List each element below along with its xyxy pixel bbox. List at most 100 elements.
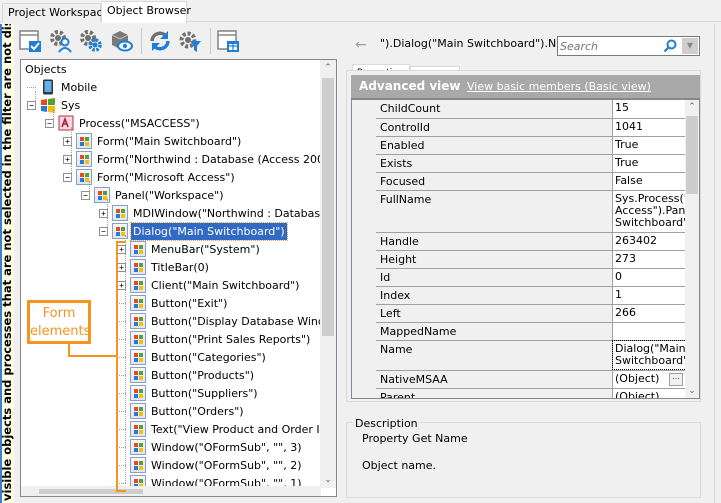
window-icon (130, 259, 146, 275)
property-row[interactable]: Index 1 (352, 286, 687, 304)
tree-node-label: Dialog("Main Switchboard") (130, 221, 288, 241)
tree-node-label: Text("View Product and Order I... (151, 422, 321, 436)
scroll-thumb[interactable] (686, 116, 698, 194)
property-row[interactable]: Left 266 (352, 304, 687, 322)
description-legend: Description (353, 417, 420, 430)
property-value[interactable]: Sys.Process("MSA Access").Panel("W Switc… (612, 190, 687, 232)
tree-horizontal-scrollbar[interactable] (21, 486, 321, 496)
scroll-thumb[interactable] (322, 78, 334, 336)
window-icon (130, 367, 146, 383)
grid-vertical-scrollbar[interactable]: ⌃ ⌄ (685, 100, 699, 398)
property-value[interactable]: (Object) (612, 388, 687, 398)
form-elements-callout: Form elements (27, 300, 91, 344)
window-panel-icon (217, 30, 239, 52)
tree-node[interactable]: Text("View Product and Order I... (117, 420, 321, 438)
property-value-text: False (615, 174, 643, 187)
user-gear-button[interactable] (47, 27, 75, 55)
property-value-text: Sys.Process("MSA Access").Panel("W Switc… (615, 192, 687, 229)
tree-node[interactable]: Button("Print Sales Reports") (117, 330, 312, 348)
window-icon (76, 151, 92, 167)
tab-project-workspace[interactable]: Project Workspace (2, 3, 109, 22)
tree-node-label: Button("Products") (151, 368, 255, 382)
search-icon[interactable] (663, 39, 677, 53)
advanced-view-label: Advanced view (359, 79, 461, 93)
scroll-down-icon[interactable]: ⌄ (685, 384, 699, 398)
tree-node[interactable]: + MenuBar("System") (117, 240, 262, 258)
tree-node[interactable]: Window("OFormSub", "", 2) (117, 456, 303, 474)
property-row[interactable]: Focused False (352, 172, 687, 190)
tree-node[interactable]: Button("Categories") (117, 348, 268, 366)
property-name: Focused (376, 172, 612, 190)
tree-node[interactable]: + Form("Main Switchboard") (63, 132, 243, 150)
object-path: ").Dialog("Main Switchboard").Name (380, 37, 581, 50)
tree-node[interactable]: + Form("Northwind : Database (Access 2000… (63, 150, 321, 168)
hscroll-thumb[interactable] (39, 489, 143, 494)
property-value[interactable] (612, 322, 687, 340)
property-value[interactable]: 1041 (612, 118, 687, 136)
property-row[interactable]: Id 0 (352, 268, 687, 286)
scroll-up-icon[interactable]: ⌃ (685, 100, 699, 114)
property-value-text: 0 (615, 270, 622, 283)
object-tree[interactable]: Mobile − Sys − Process("MSACCESS") + Form("Mai… (21, 78, 321, 486)
scroll-down-icon[interactable]: ⌄ (320, 472, 336, 488)
show-selected-window-button[interactable] (17, 27, 45, 55)
tree-node[interactable]: − Panel("Workspace") (81, 186, 226, 204)
tree-node[interactable]: − Dialog("Main Switchboard") (99, 221, 288, 241)
basic-view-link[interactable]: View basic members (Basic view) (467, 80, 651, 93)
tree-node[interactable]: + MDIWindow("Northwind : Database... (99, 204, 321, 222)
refresh-button[interactable] (146, 27, 174, 55)
window-panel-button[interactable] (215, 27, 243, 55)
tab-object-browser[interactable]: Object Browser (101, 1, 191, 23)
property-row[interactable]: Height 273 (352, 250, 687, 268)
tree-node[interactable]: Button("Display Database Wind... (117, 312, 321, 330)
property-value[interactable]: 263402 (612, 232, 687, 250)
tree-guide-line (71, 127, 72, 177)
filter-button[interactable] (176, 27, 204, 55)
property-value[interactable]: Dialog("Main Switchboard") (612, 340, 687, 370)
ellipsis-button[interactable]: ⋯ (669, 373, 683, 386)
settings-button[interactable] (77, 27, 105, 55)
tree-node[interactable]: − Process("MSACCESS") (45, 114, 202, 132)
property-name: Name (376, 340, 612, 370)
property-row[interactable]: Parent (Object) (352, 388, 687, 398)
tree-node[interactable]: Mobile (27, 78, 99, 96)
back-arrow-icon[interactable]: ← (355, 37, 367, 53)
property-row[interactable]: NativeMSAA (Object) ⋯ (352, 370, 687, 388)
scroll-up-icon[interactable]: ⌃ (320, 60, 336, 76)
property-row[interactable]: MappedName (352, 322, 687, 340)
tree-node[interactable]: Button("Exit") (117, 294, 229, 312)
property-row[interactable]: ChildCount 15 (352, 100, 687, 118)
tree-node[interactable]: Button("Orders") (117, 402, 246, 420)
search-dropdown-icon[interactable]: ▼ (682, 38, 698, 54)
property-value[interactable]: True (612, 154, 687, 172)
tree-vertical-scrollbar[interactable]: ⌃ ⌄ (320, 60, 336, 488)
property-value[interactable]: (Object) ⋯ (612, 370, 687, 388)
property-value[interactable]: 266 (612, 304, 687, 322)
property-value[interactable]: 273 (612, 250, 687, 268)
property-value[interactable]: 15 (612, 100, 687, 118)
window-icon (130, 313, 146, 329)
object-browser-window: Project Workspace Object Browser visible… (0, 0, 721, 503)
search-input[interactable] (560, 39, 660, 54)
tree-node[interactable]: Window("OFormSub", "", 3) (117, 438, 303, 456)
property-value[interactable]: True (612, 136, 687, 154)
window-icon (130, 295, 146, 311)
property-row[interactable]: Handle 263402 (352, 232, 687, 250)
property-row[interactable]: FullNameSys.Process("MSA Access").Panel(… (352, 190, 687, 232)
property-row[interactable]: Enabled True (352, 136, 687, 154)
tree-node[interactable]: Button("Suppliers") (117, 384, 260, 402)
property-value[interactable]: False (612, 172, 687, 190)
tree-node[interactable]: Window("OFormSub", "", 1) (117, 474, 303, 486)
tree-node[interactable]: Button("Products") (117, 366, 256, 384)
tree-node-label: TitleBar(0) (151, 260, 209, 274)
window-icon (130, 421, 146, 437)
view-object-button[interactable] (107, 27, 135, 55)
property-row[interactable]: Exists True (352, 154, 687, 172)
property-value[interactable]: 1 (612, 286, 687, 304)
property-value-text: 1041 (615, 120, 643, 133)
tree-node[interactable]: + TitleBar(0) (117, 258, 211, 276)
property-row[interactable]: Name Dialog("Main Switchboard") (352, 340, 687, 370)
property-row[interactable]: ControlId 1041 (352, 118, 687, 136)
tree-node[interactable]: + Client("Main Switchboard") (117, 276, 301, 294)
property-value[interactable]: 0 (612, 268, 687, 286)
